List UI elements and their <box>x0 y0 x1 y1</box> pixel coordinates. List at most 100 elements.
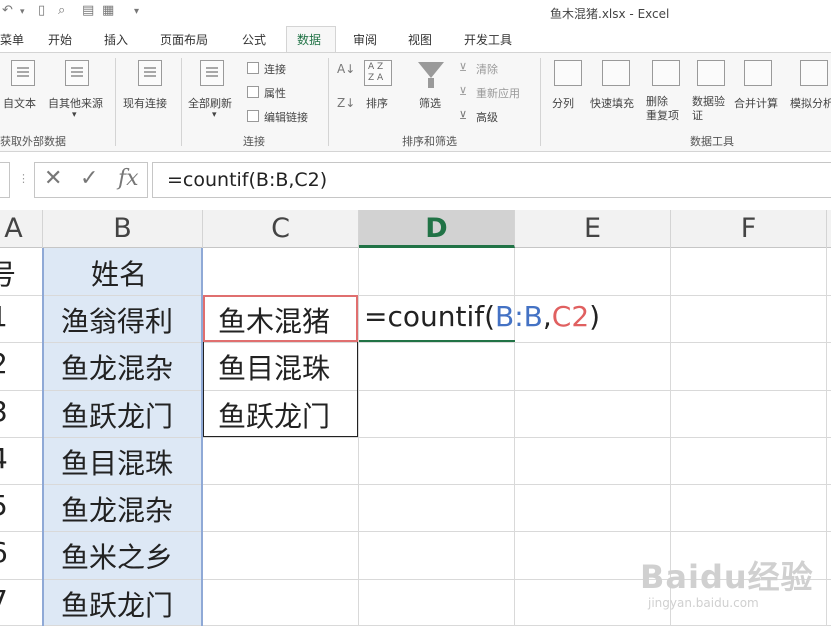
properties-button[interactable]: 属性 <box>264 85 286 101</box>
text-to-columns-icon[interactable] <box>554 60 582 86</box>
what-if-analysis-icon[interactable] <box>800 60 828 86</box>
refresh-all-icon[interactable] <box>200 60 224 86</box>
formula-input[interactable]: =countif(B:B,C2) <box>152 162 831 198</box>
undo-icon[interactable]: ↶ <box>2 3 13 18</box>
enter-icon[interactable]: ✓ <box>80 166 98 191</box>
filter-icon[interactable] <box>418 62 444 78</box>
clear-icon[interactable]: ⊻ <box>459 61 467 74</box>
tab-view[interactable]: 视图 <box>402 30 438 50</box>
cell-a3[interactable]: 2 <box>0 347 8 380</box>
properties-icon[interactable] <box>247 86 259 98</box>
flash-fill-icon[interactable] <box>602 60 630 86</box>
print-preview-icon[interactable]: ⌕ <box>58 3 65 18</box>
from-other-sources-button[interactable]: 自其他来源 <box>48 95 103 111</box>
reapply-icon[interactable]: ⊻ <box>459 85 467 98</box>
tab-home[interactable]: 开始 <box>42 30 78 50</box>
cell-a8[interactable]: 7 <box>0 584 8 617</box>
cell-b4[interactable]: 鱼跃龙门 <box>61 395 173 435</box>
cell-b7[interactable]: 鱼米之乡 <box>61 536 173 576</box>
edit-links-button[interactable]: 编辑链接 <box>264 109 308 125</box>
customize-toolbar-icon[interactable]: ▾ <box>134 6 139 17</box>
tab-formulas[interactable]: 公式 <box>236 30 272 50</box>
tab-review[interactable]: 审阅 <box>347 30 383 50</box>
formula-prefix: =countif( <box>364 300 496 333</box>
cell-a5[interactable]: 4 <box>0 442 8 475</box>
cell-b8[interactable]: 鱼跃龙门 <box>61 584 173 624</box>
cell-c3[interactable]: 鱼目混珠 <box>218 347 330 387</box>
cell-a4[interactable]: 3 <box>0 395 8 428</box>
open-icon[interactable]: ▦ <box>102 3 114 18</box>
cell-a7[interactable]: 6 <box>0 536 8 569</box>
formula-suffix: ) <box>589 300 601 333</box>
cell-b1[interactable]: 姓名 <box>91 253 147 293</box>
column-header-d[interactable]: D <box>359 210 515 248</box>
formula-ref-range: B:B <box>495 300 543 333</box>
existing-connections-button[interactable]: 现有连接 <box>123 95 167 111</box>
column-header-b[interactable]: B <box>43 210 203 248</box>
group-label-get-external-data: 获取外部数据 <box>0 135 66 148</box>
from-other-sources-icon[interactable] <box>65 60 89 86</box>
existing-connections-icon[interactable] <box>138 60 162 86</box>
ribbon-separator <box>540 58 541 146</box>
reapply-button[interactable]: 重新应用 <box>476 85 520 101</box>
sort-dialog-icon[interactable]: A Z Z A <box>364 60 392 86</box>
cell-b5[interactable]: 鱼目混珠 <box>61 442 173 482</box>
advanced-filter-icon[interactable]: ⊻ <box>459 109 467 122</box>
dropdown-icon[interactable]: ▾ <box>72 110 77 120</box>
flash-fill-button[interactable]: 快速填充 <box>590 95 634 111</box>
tab-insert[interactable]: 插入 <box>98 30 134 50</box>
cell-b2[interactable]: 渔翁得利 <box>61 300 173 340</box>
column-header-e[interactable]: E <box>515 210 671 248</box>
advanced-filter-button[interactable]: 高级 <box>476 109 498 125</box>
cell-a1[interactable]: 号 <box>0 253 16 293</box>
filter-button[interactable]: 筛选 <box>419 95 441 111</box>
sort-button[interactable]: 排序 <box>366 95 388 111</box>
filter-icon-stem <box>428 78 434 88</box>
function-icon[interactable]: fx <box>118 166 139 191</box>
remove-duplicates-button[interactable]: 删除 重复项 <box>646 95 679 123</box>
ribbon-separator <box>181 58 182 146</box>
group-label-connections: 连接 <box>243 135 265 148</box>
text-to-columns-button[interactable]: 分列 <box>552 95 574 111</box>
tab-menu[interactable]: 菜单 <box>0 30 30 50</box>
data-validation-icon[interactable] <box>697 60 725 86</box>
ribbon-separator <box>328 58 329 146</box>
sort-descending-icon[interactable]: Z↓ <box>337 96 355 110</box>
clear-button[interactable]: 清除 <box>476 61 498 77</box>
from-text-icon[interactable] <box>11 60 35 86</box>
remove-duplicates-icon[interactable] <box>652 60 680 86</box>
column-header-c[interactable]: C <box>203 210 359 248</box>
column-header-f[interactable]: F <box>671 210 827 248</box>
name-box[interactable] <box>0 162 10 198</box>
window-title: 鱼木混猪.xlsx - Excel <box>550 7 670 21</box>
what-if-analysis-button[interactable]: 模拟分析 <box>790 95 831 111</box>
tab-data[interactable]: 数据 <box>291 30 327 50</box>
tab-developer[interactable]: 开发工具 <box>458 30 518 50</box>
column-header-a[interactable]: A <box>0 210 43 248</box>
cell-a2[interactable]: 1 <box>0 300 8 333</box>
cell-c4[interactable]: 鱼跃龙门 <box>218 395 330 435</box>
edit-links-icon[interactable] <box>247 110 259 122</box>
consolidate-icon[interactable] <box>744 60 772 86</box>
quick-print-icon[interactable]: ▤ <box>82 3 94 18</box>
cell-c2[interactable]: 鱼木混猪 <box>218 300 330 340</box>
cell-d2-formula[interactable]: =countif(B:B,C2) <box>364 300 600 333</box>
from-text-button[interactable]: 自文本 <box>3 95 36 111</box>
sort-ascending-icon[interactable]: A↓ <box>337 62 355 76</box>
refresh-all-button[interactable]: 全部刷新 <box>188 95 232 111</box>
formula-comma: , <box>542 300 552 333</box>
cancel-icon[interactable]: ✕ <box>44 166 62 191</box>
dropdown-icon[interactable]: ▾ <box>212 110 217 120</box>
cell-a6[interactable]: 5 <box>0 489 8 522</box>
name-box-grip-icon[interactable]: ⋮ <box>18 172 29 185</box>
connections-button[interactable]: 连接 <box>264 61 286 77</box>
connections-icon[interactable] <box>247 62 259 74</box>
column-gridline <box>826 248 827 626</box>
cell-b3[interactable]: 鱼龙混杂 <box>61 347 173 387</box>
consolidate-button[interactable]: 合并计算 <box>734 95 778 111</box>
cell-b6[interactable]: 鱼龙混杂 <box>61 489 173 529</box>
new-file-icon[interactable]: ▯ <box>38 3 45 18</box>
tab-page-layout[interactable]: 页面布局 <box>154 30 214 50</box>
data-validation-button[interactable]: 数据验 证 <box>692 95 725 123</box>
dropdown-icon[interactable]: ▾ <box>20 7 25 17</box>
